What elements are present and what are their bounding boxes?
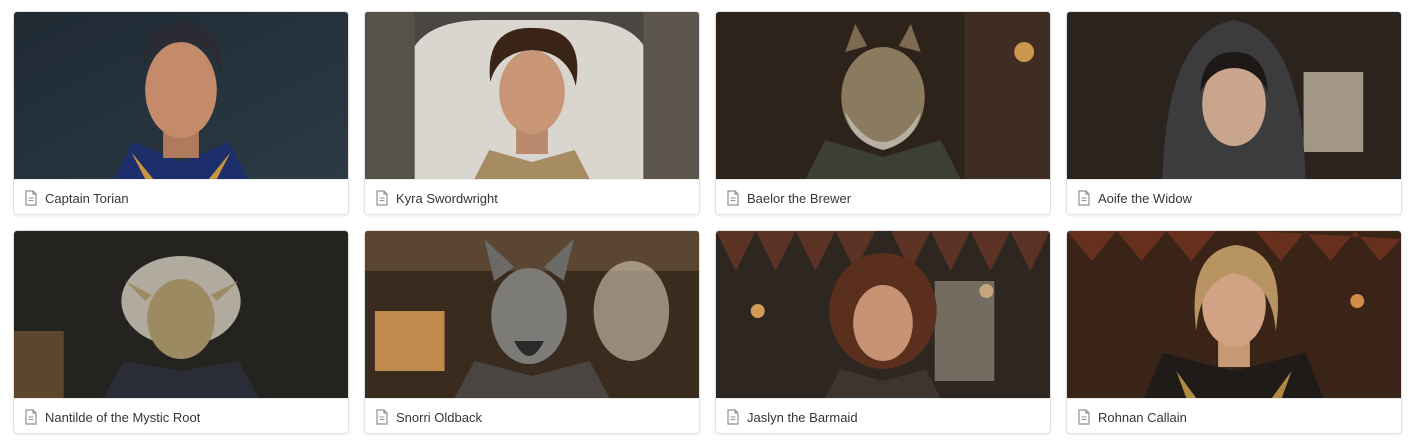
card-caption: Rohnan Callain (1067, 398, 1401, 433)
gallery-card-kyra-swordwright[interactable]: Kyra Swordwright (364, 11, 700, 215)
card-caption: Snorri Oldback (365, 398, 699, 433)
gallery-card-captain-torian[interactable]: Captain Torian (13, 11, 349, 215)
card-title: Rohnan Callain (1098, 409, 1187, 425)
gallery-card-baelor-the-brewer[interactable]: Baelor the Brewer (715, 11, 1051, 215)
gallery-card-snorri-oldback[interactable]: Snorri Oldback (364, 230, 700, 434)
card-caption: Jaslyn the Barmaid (716, 398, 1050, 433)
card-cover-image (716, 12, 1050, 179)
page-icon (24, 190, 38, 206)
gallery-card-nantilde-of-the-mystic-root[interactable]: Nantilde of the Mystic Root (13, 230, 349, 434)
card-caption: Nantilde of the Mystic Root (14, 398, 348, 433)
card-caption: Baelor the Brewer (716, 179, 1050, 214)
card-cover-image (14, 12, 348, 179)
card-title: Nantilde of the Mystic Root (45, 409, 201, 425)
card-title: Kyra Swordwright (396, 190, 498, 206)
card-caption: Kyra Swordwright (365, 179, 699, 214)
page-icon (726, 409, 740, 425)
card-cover-image (716, 231, 1050, 398)
card-cover-image (1067, 12, 1401, 179)
gallery-card-aoife-the-widow[interactable]: Aoife the Widow (1066, 11, 1402, 215)
gallery-card-jaslyn-the-barmaid[interactable]: Jaslyn the Barmaid (715, 230, 1051, 434)
page-icon (1077, 190, 1091, 206)
gallery-card-rohnan-callain[interactable]: Rohnan Callain (1066, 230, 1402, 434)
card-cover-image (365, 12, 699, 179)
page-icon (375, 190, 389, 206)
card-cover-image (1067, 231, 1401, 398)
card-title: Captain Torian (45, 190, 129, 206)
card-title: Baelor the Brewer (747, 190, 852, 206)
page-icon (375, 409, 389, 425)
page-icon (1077, 409, 1091, 425)
card-title: Aoife the Widow (1098, 190, 1192, 206)
card-caption: Captain Torian (14, 179, 348, 214)
page-icon (726, 190, 740, 206)
card-title: Jaslyn the Barmaid (747, 409, 858, 425)
card-cover-image (365, 231, 699, 398)
card-cover-image (14, 231, 348, 398)
page-icon (24, 409, 38, 425)
gallery-view: Captain Torian Kyra Swordwright Baelor t… (0, 0, 1411, 440)
card-title: Snorri Oldback (396, 409, 482, 425)
card-caption: Aoife the Widow (1067, 179, 1401, 214)
